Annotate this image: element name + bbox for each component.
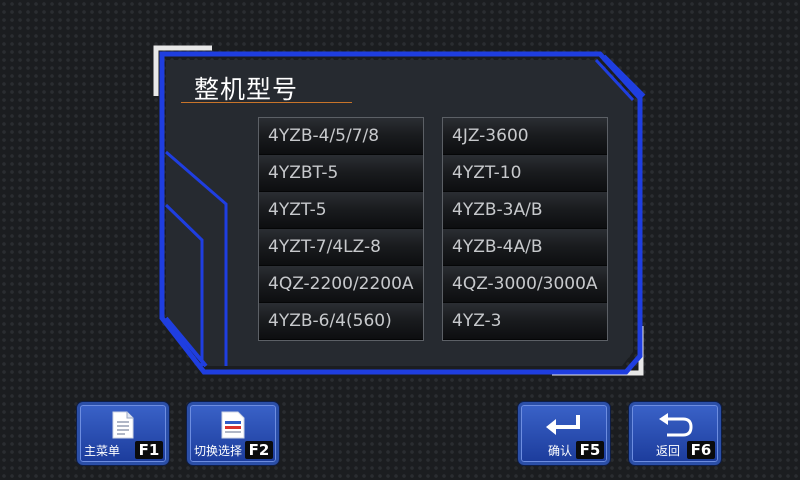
- main-menu-label: 主菜单: [84, 444, 121, 458]
- confirm-label: 确认: [548, 444, 573, 458]
- f2-key-badge: F2: [245, 441, 273, 459]
- f6-key-badge: F6: [687, 441, 715, 459]
- f1-key-badge: F1: [135, 441, 163, 459]
- model-item[interactable]: 4YZB-6/4(560): [259, 303, 423, 340]
- model-item[interactable]: 4QZ-3000/3000A: [443, 266, 607, 303]
- model-list-right: 4JZ-3600 4YZT-10 4YZB-3A/B 4YZB-4A/B 4QZ…: [442, 117, 608, 341]
- confirm-button[interactable]: 确认 F5: [518, 402, 610, 465]
- model-item[interactable]: 4YZBT-5: [259, 155, 423, 192]
- model-item[interactable]: 4YZB-4A/B: [443, 229, 607, 266]
- document-list-icon: [221, 411, 245, 443]
- model-item[interactable]: 4YZB-4/5/7/8: [259, 118, 423, 155]
- model-item[interactable]: 4YZT-5: [259, 192, 423, 229]
- title-underline: [181, 102, 352, 103]
- toggle-select-label: 切换选择: [194, 444, 243, 458]
- toggle-select-button[interactable]: 切换选择 F2: [187, 402, 279, 465]
- main-menu-button[interactable]: 主菜单 F1: [77, 402, 169, 465]
- page-title: 整机型号: [194, 75, 299, 104]
- f5-key-badge: F5: [576, 441, 604, 459]
- model-item[interactable]: 4YZ-3: [443, 303, 607, 340]
- document-icon: [112, 411, 134, 443]
- model-list-left: 4YZB-4/5/7/8 4YZBT-5 4YZT-5 4YZT-7/4LZ-8…: [258, 117, 424, 341]
- enter-arrow-icon: [542, 411, 586, 443]
- model-item[interactable]: 4YZB-3A/B: [443, 192, 607, 229]
- return-label: 返回: [656, 444, 681, 458]
- model-item[interactable]: 4YZT-10: [443, 155, 607, 192]
- model-item[interactable]: 4YZT-7/4LZ-8: [259, 229, 423, 266]
- model-item[interactable]: 4JZ-3600: [443, 118, 607, 155]
- return-arrow-icon: [653, 411, 697, 443]
- model-item[interactable]: 4QZ-2200/2200A: [259, 266, 423, 303]
- return-button[interactable]: 返回 F6: [629, 402, 721, 465]
